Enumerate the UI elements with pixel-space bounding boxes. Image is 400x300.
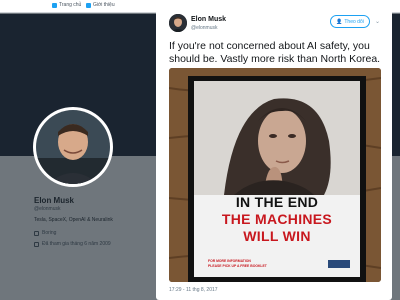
poster-info-2: PLEASE PICK UP A FREE BOOKLET bbox=[208, 264, 267, 268]
profile-joined-text: Đã tham gia tháng 6 năm 2009 bbox=[42, 241, 111, 247]
poster-info-1: FOR MORE INFORMATION bbox=[208, 259, 251, 263]
bell-icon bbox=[86, 2, 91, 8]
nav-home[interactable]: Trang chủ bbox=[52, 2, 81, 8]
nav-home-label: Trang chủ bbox=[59, 2, 82, 8]
profile-avatar[interactable] bbox=[33, 107, 113, 187]
profile-handle: @elonmusk bbox=[34, 206, 61, 212]
nav-about[interactable]: Giới thiệu bbox=[86, 2, 115, 8]
tweet-author-avatar[interactable] bbox=[169, 14, 187, 32]
poster: IN THE END THE MACHINES WILL WIN FOR MOR… bbox=[194, 81, 360, 277]
profile-bio: Tesla, SpaceX, OpenAI & Neuralink bbox=[34, 217, 113, 223]
tweet-timestamp[interactable]: 17:29 - 11 thg 8, 2017 bbox=[169, 287, 218, 293]
poster-line-3: WILL WIN bbox=[243, 228, 311, 244]
follow-button[interactable]: 👤 Theo dõi bbox=[330, 15, 370, 28]
location-icon bbox=[34, 230, 39, 236]
calendar-icon bbox=[34, 241, 39, 247]
poster-line-2: THE MACHINES bbox=[221, 211, 333, 227]
chevron-down-icon[interactable]: ⌄ bbox=[375, 19, 383, 25]
home-icon bbox=[52, 2, 57, 8]
tweet-modal: Elon Musk @elonmusk 👤 Theo dõi ⌄ If you'… bbox=[156, 4, 392, 300]
tweet-author-name[interactable]: Elon Musk bbox=[191, 16, 226, 23]
nav-about-label: Giới thiệu bbox=[93, 2, 115, 8]
tweet-text: If you're not concerned about AI safety,… bbox=[169, 40, 381, 65]
profile-name: Elon Musk bbox=[34, 196, 75, 205]
follow-icon: 👤 bbox=[336, 18, 343, 25]
profile-location: Boring bbox=[34, 230, 56, 236]
tweet-author-handle[interactable]: @elonmusk bbox=[191, 25, 217, 31]
poster-woman-image bbox=[194, 81, 360, 195]
tweet-photo[interactable]: IN THE END THE MACHINES WILL WIN FOR MOR… bbox=[169, 68, 381, 282]
poster-frame: IN THE END THE MACHINES WILL WIN FOR MOR… bbox=[188, 76, 366, 282]
profile-location-text: Boring bbox=[42, 230, 57, 236]
poster-line-1: IN THE END bbox=[235, 194, 319, 210]
follow-button-label: Theo dõi bbox=[344, 18, 364, 25]
poster-logo bbox=[328, 260, 350, 268]
avatar-photo bbox=[36, 110, 110, 184]
profile-joined: Đã tham gia tháng 6 năm 2009 bbox=[34, 241, 111, 247]
tweet-avatar-photo bbox=[169, 14, 187, 32]
